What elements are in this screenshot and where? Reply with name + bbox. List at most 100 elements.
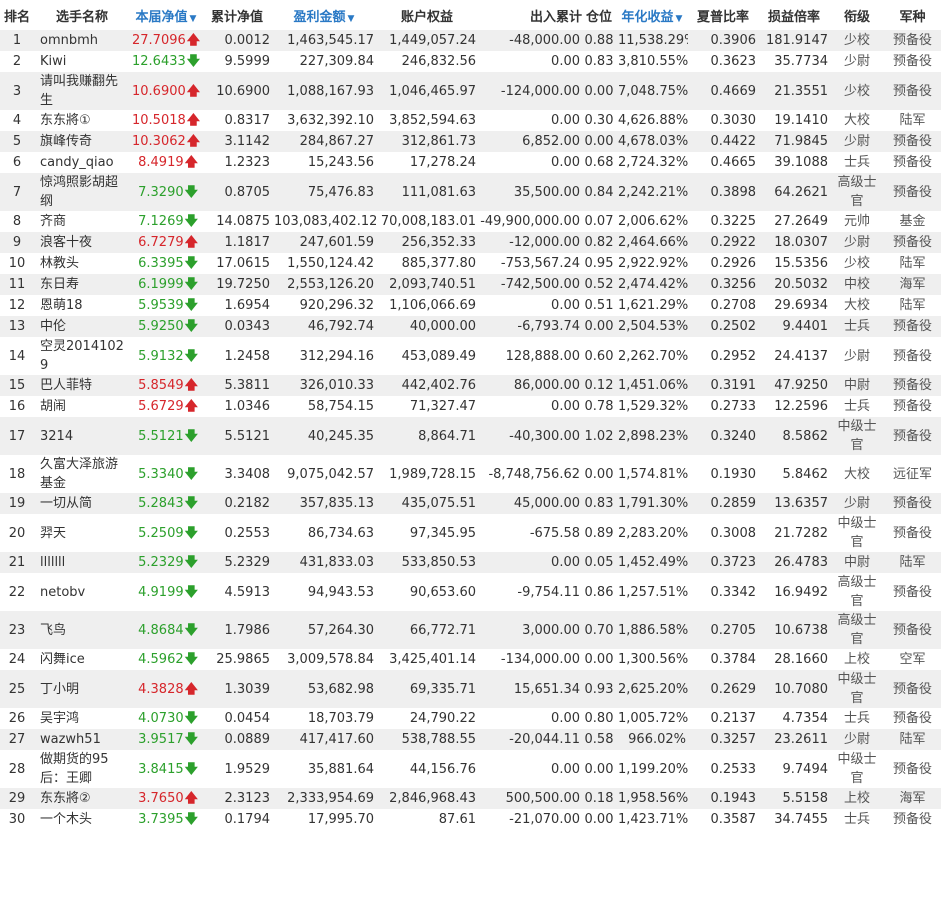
header-title[interactable]: 衔级 xyxy=(830,0,884,30)
player-name[interactable]: 恩萌18 xyxy=(34,295,130,316)
profit-loss-ratio: 19.1410 xyxy=(774,113,828,128)
table-row[interactable]: 27 wazwh51 3.9517🡇 0.0889 417,417.60 538,788.… xyxy=(0,729,941,750)
table-row[interactable]: 12 恩萌18 5.9539🡇 1.6954 920,296.32 1,106,066.6… xyxy=(0,295,941,316)
table-row[interactable]: 20 羿天 5.2509🡇 0.2553 86,734.63 97,345.95 -675.… xyxy=(0,514,941,552)
table-row[interactable]: 5 旗峰传奇 10.3062🡅 3.1142 284,867.27 312,861.73 6… xyxy=(0,131,941,152)
table-row[interactable]: 11 东日寿 6.1999🡇 19.7250 2,553,126.20 2,093,740… xyxy=(0,274,941,295)
table-row[interactable]: 7 惊鸿照影胡超纲 7.3290🡇 0.8705 75,476.83 111,081.63… xyxy=(0,173,941,211)
player-name[interactable]: lllllll xyxy=(34,552,130,573)
table-row[interactable]: 22 netobv 4.9199🡇 4.5913 94,943.53 90,653.60-… xyxy=(0,573,941,611)
annual-return: 2,283.20% xyxy=(618,525,688,541)
current-nav: 5.5121🡇 xyxy=(130,417,202,455)
position-ratio: 0.88 xyxy=(584,33,614,48)
position-ratio: 0.82 xyxy=(584,235,614,250)
table-row[interactable]: 16 胡闹 5.6729🡅 1.0346 58,754.15 71,327.47 0.00 0… xyxy=(0,396,941,417)
table-row[interactable]: 1 omnbmh 27.7096🡅 0.0012 1,463,545.17 1,449,0… xyxy=(0,30,941,51)
table-row[interactable]: 9 浪客十夜 6.7279🡅 1.1817 247,601.59 256,352.33 -1… xyxy=(0,232,941,253)
player-name[interactable]: 久富大泽旅游基金 xyxy=(34,455,130,493)
arrow-up-icon: 🡅 xyxy=(184,791,198,806)
table-row[interactable]: 4 东东將① 10.5018🡅 0.8317 3,632,392.10 3,852,594… xyxy=(0,110,941,131)
table-row[interactable]: 28 做期货的95后：王卿 3.8415🡇 1.9529 35,881.64 44,156… xyxy=(0,750,941,788)
table-row[interactable]: 13 中伦 5.9250🡇 0.0343 46,792.74 40,000.00 -6,79… xyxy=(0,316,941,337)
header-inout[interactable]: 出入累计 xyxy=(478,0,582,30)
table-row[interactable]: 17 3214 5.5121🡇 5.5121 40,245.35 8,864.71 -40,… xyxy=(0,417,941,455)
header-plr[interactable]: 损益倍率 xyxy=(758,0,830,30)
cum-nav: 19.7250 xyxy=(216,277,270,292)
current-nav: 5.9539🡇 xyxy=(130,295,202,316)
header-name[interactable]: 选手名称 xyxy=(34,0,130,30)
table-row[interactable]: 15 巴人菲特 5.8549🡅 5.3811 326,010.33 442,402.76 8… xyxy=(0,375,941,396)
player-name[interactable]: 旗峰传奇 xyxy=(34,131,130,152)
player-name[interactable]: 东日寿 xyxy=(34,274,130,295)
player-name[interactable]: Kiwi xyxy=(34,51,130,72)
table-row[interactable]: 19 一切从简 5.2843🡇 0.2182 357,835.13 435,075.51 4… xyxy=(0,493,941,514)
header-profit[interactable]: 盈利金额 ▼ xyxy=(272,0,376,30)
table-row[interactable]: 6 candy_qiao 8.4919🡅 1.2323 15,243.56 17,278.… xyxy=(0,152,941,173)
army-branch: 预备役 xyxy=(892,622,932,638)
table-row[interactable]: 14 空灵20141029 5.9132🡇 1.2458 312,294.16 453,0… xyxy=(0,337,941,375)
player-name[interactable]: 东东將② xyxy=(34,788,130,809)
header-current-nav[interactable]: 本届净值 ▼ xyxy=(130,0,202,30)
player-name[interactable]: 林教头 xyxy=(34,253,130,274)
annual-return: 1,621.29% xyxy=(618,298,688,313)
player-name[interactable]: 飞鸟 xyxy=(34,611,130,649)
player-name[interactable]: 丁小明 xyxy=(34,670,130,708)
sharpe-ratio: 0.4669 xyxy=(710,83,757,99)
annual-return: 2,262.70% xyxy=(618,348,688,364)
sharpe-ratio: 0.1930 xyxy=(710,466,757,482)
player-name[interactable]: 吴宇鸿 xyxy=(34,708,130,729)
table-row[interactable]: 21 lllllll 5.2329🡇 5.2329 431,833.03 533,850.… xyxy=(0,552,941,573)
header-position[interactable]: 仓位 xyxy=(582,0,616,30)
army-branch: 预备役 xyxy=(892,711,932,726)
account-equity: 111,081.63 xyxy=(401,184,476,200)
table-row[interactable]: 23 飞鸟 4.8684🡇 1.7986 57,264.30 66,772.71 3,000… xyxy=(0,611,941,649)
player-name[interactable]: 巴人菲特 xyxy=(34,375,130,396)
header-sharpe[interactable]: 夏普比率 xyxy=(688,0,758,30)
military-title: 少尉 xyxy=(843,348,870,364)
player-name[interactable]: 一切从简 xyxy=(34,493,130,514)
table-row[interactable]: 8 齐商 7.1269🡇 14.0875 103,083,402.12 70,008,18… xyxy=(0,211,941,232)
player-name[interactable]: 齐商 xyxy=(34,211,130,232)
player-name[interactable]: 3214 xyxy=(34,417,130,455)
header-rank[interactable]: 排名 xyxy=(0,0,34,30)
player-name[interactable]: netobv xyxy=(34,573,130,611)
header-army[interactable]: 军种 xyxy=(884,0,941,30)
player-name[interactable]: 做期货的95后：王卿 xyxy=(34,750,130,788)
sharpe-ratio: 0.1943 xyxy=(710,791,757,806)
current-nav-value: 5.9539 xyxy=(138,298,184,313)
player-name[interactable]: 一个木头 xyxy=(34,809,130,830)
player-name[interactable]: 浪客十夜 xyxy=(34,232,130,253)
player-name[interactable]: 闪舞ice xyxy=(34,649,130,670)
header-equity[interactable]: 账户权益 xyxy=(376,0,478,30)
table-row[interactable]: 18 久富大泽旅游基金 5.3340🡇 3.3408 9,075,042.57 1,989… xyxy=(0,455,941,493)
table-row[interactable]: 10 林教头 6.3395🡇 17.0615 1,550,124.42 885,377.8… xyxy=(0,253,941,274)
header-cum-nav[interactable]: 累计净值 xyxy=(202,0,272,30)
rank-cell: 10 xyxy=(8,256,26,271)
player-name[interactable]: 东东將① xyxy=(34,110,130,131)
player-name[interactable]: 空灵20141029 xyxy=(34,337,130,375)
current-nav-value: 3.9517 xyxy=(138,732,184,747)
player-name[interactable]: 胡闹 xyxy=(34,396,130,417)
current-nav: 5.3340🡇 xyxy=(130,455,202,493)
military-title: 士兵 xyxy=(843,319,870,334)
header-annual[interactable]: 年化收益 ▼ xyxy=(616,0,688,30)
table-row[interactable]: 25 丁小明 4.3828🡅 1.3039 53,682.98 69,335.71 15,6… xyxy=(0,670,941,708)
player-name[interactable]: wazwh51 xyxy=(34,729,130,750)
player-name[interactable]: omnbmh xyxy=(34,30,130,51)
player-name[interactable]: 请叫我赚翻先生 xyxy=(34,72,130,110)
player-name[interactable]: candy_qiao xyxy=(34,152,130,173)
annual-return: 2,898.23% xyxy=(618,428,688,444)
account-equity: 442,402.76 xyxy=(401,378,476,393)
player-name[interactable]: 中伦 xyxy=(34,316,130,337)
table-row[interactable]: 30 一个木头 3.7395🡇 0.1794 17,995.70 87.61 -21,070… xyxy=(0,809,941,830)
current-nav: 5.6729🡅 xyxy=(130,396,202,417)
account-equity: 256,352.33 xyxy=(401,235,476,250)
table-row[interactable]: 26 吴宇鸿 4.0730🡇 0.0454 18,703.79 24,790.22 0.00… xyxy=(0,708,941,729)
table-row[interactable]: 3 请叫我赚翻先生 10.6900🡅 10.6900 1,088,167.93 1,046… xyxy=(0,72,941,110)
army-branch: 预备役 xyxy=(892,33,932,48)
table-row[interactable]: 24 闪舞ice 4.5962🡇 25.9865 3,009,578.84 3,425,4… xyxy=(0,649,941,670)
player-name[interactable]: 羿天 xyxy=(34,514,130,552)
table-row[interactable]: 29 东东將② 3.7650🡅 2.3123 2,333,954.69 2,846,968… xyxy=(0,788,941,809)
player-name[interactable]: 惊鸿照影胡超纲 xyxy=(34,173,130,211)
table-row[interactable]: 2 Kiwi 12.6433🡇 9.5999 227,309.84 246,832.56 0… xyxy=(0,51,941,72)
